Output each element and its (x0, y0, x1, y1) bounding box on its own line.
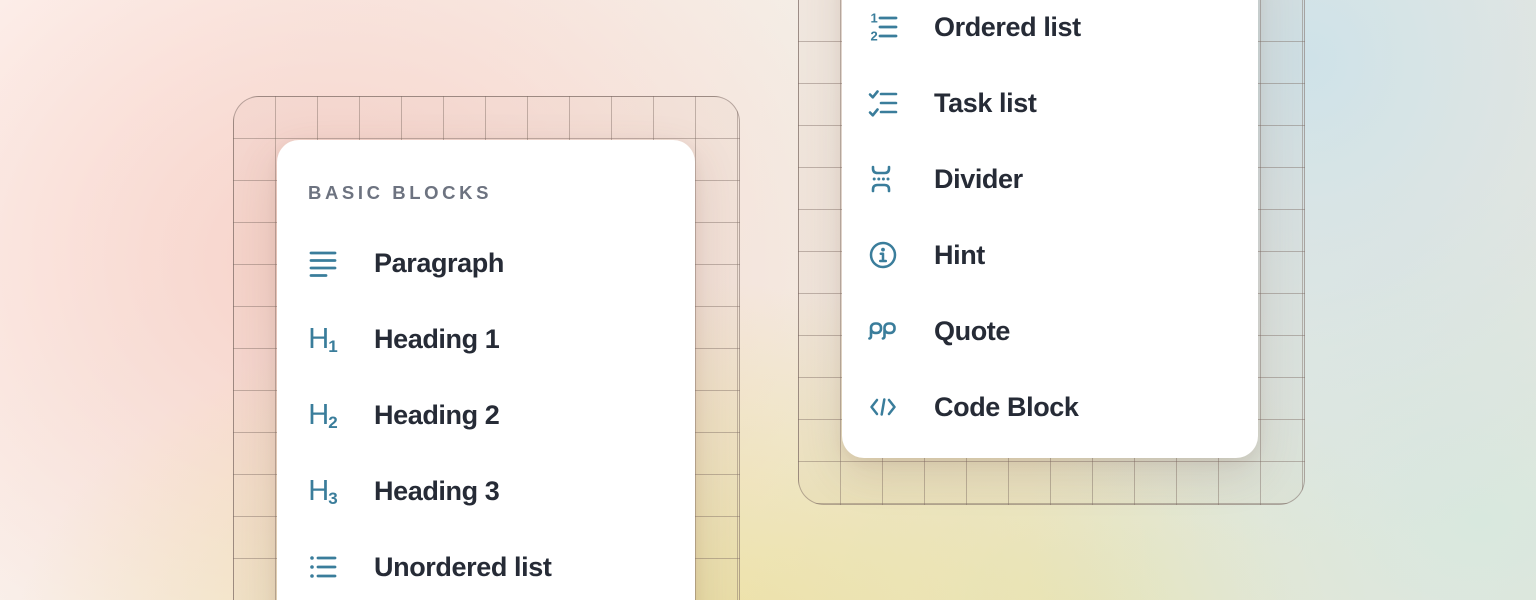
menu-item-label: Hint (934, 242, 985, 269)
hint-icon (868, 240, 898, 270)
menu-item-code-block[interactable]: Code Block (868, 392, 1079, 422)
menu-item-task-list[interactable]: Task list (868, 88, 1036, 118)
menu-item-heading-1[interactable]: H1 Heading 1 (308, 324, 499, 354)
menu-item-label: Heading 2 (374, 402, 499, 429)
basic-blocks-menu: BASIC BLOCKS Paragraph H1 Heading 1 H2 H… (277, 140, 695, 600)
menu-item-label: Heading 1 (374, 326, 499, 353)
menu-item-label: Task list (934, 90, 1036, 117)
svg-text:2: 2 (871, 29, 878, 43)
heading-2-icon: H2 (308, 400, 338, 430)
menu-item-label: Divider (934, 166, 1023, 193)
menu-item-unordered-list[interactable]: Unordered list (308, 552, 551, 582)
menu-item-label: Paragraph (374, 250, 504, 277)
menu-item-quote[interactable]: Quote (868, 316, 1010, 346)
task-list-icon (868, 88, 898, 118)
menu-item-divider[interactable]: Divider (868, 164, 1023, 194)
unordered-list-icon (308, 552, 338, 582)
menu-item-hint[interactable]: Hint (868, 240, 985, 270)
menu-item-label: Quote (934, 318, 1010, 345)
basic-blocks-header: BASIC BLOCKS (308, 184, 492, 203)
quote-icon (868, 316, 898, 346)
menu-item-paragraph[interactable]: Paragraph (308, 248, 504, 278)
divider-icon (868, 164, 898, 194)
menu-item-ordered-list[interactable]: 12 Ordered list (868, 12, 1081, 42)
menu-item-label: Heading 3 (374, 478, 499, 505)
svg-text:1: 1 (871, 12, 878, 26)
menu-item-label: Ordered list (934, 14, 1081, 41)
code-block-icon (868, 392, 898, 422)
menu-item-heading-3[interactable]: H3 Heading 3 (308, 476, 499, 506)
advanced-blocks-menu: 12 Ordered list Task list Divider Hint Q… (842, 0, 1258, 458)
heading-1-icon: H1 (308, 324, 338, 354)
paragraph-icon (308, 248, 338, 278)
menu-item-label: Unordered list (374, 554, 551, 581)
ordered-list-icon: 12 (868, 12, 898, 42)
menu-item-label: Code Block (934, 394, 1079, 421)
menu-item-heading-2[interactable]: H2 Heading 2 (308, 400, 499, 430)
editor-insert-menu-illustration: BASIC BLOCKS Paragraph H1 Heading 1 H2 H… (0, 0, 1536, 600)
heading-3-icon: H3 (308, 476, 338, 506)
